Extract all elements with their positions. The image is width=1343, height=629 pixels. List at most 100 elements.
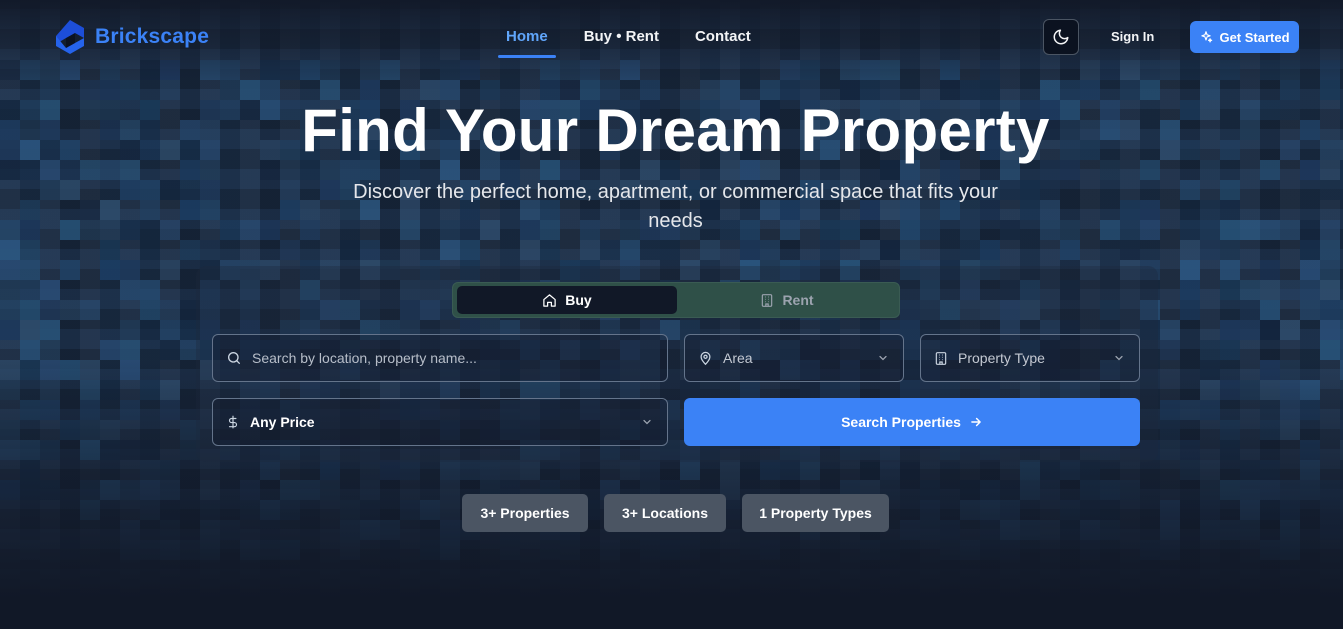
background-pixel: [160, 520, 180, 540]
tab-rent[interactable]: Rent: [677, 286, 897, 314]
background-pixel: [80, 360, 100, 380]
background-pixel: [80, 440, 100, 460]
dollar-icon: [226, 414, 240, 430]
background-pixel: [1080, 540, 1100, 560]
sign-in-button[interactable]: Sign In: [1111, 29, 1154, 44]
nav-link-home[interactable]: Home: [498, 28, 556, 58]
background-pixel: [1220, 240, 1240, 260]
theme-toggle-button[interactable]: [1043, 19, 1079, 55]
background-pixel: [1160, 340, 1180, 360]
background-pixel: [1200, 460, 1220, 480]
chevron-down-icon: [641, 416, 653, 428]
background-pixel: [1280, 420, 1300, 440]
background-pixel: [80, 400, 100, 420]
background-pixel: [0, 480, 20, 500]
tab-buy-label: Buy: [565, 292, 592, 308]
area-select[interactable]: Area: [684, 334, 904, 382]
property-type-select[interactable]: Property Type: [920, 334, 1140, 382]
nav-link-contact[interactable]: Contact: [687, 28, 759, 51]
background-pixel: [80, 480, 100, 500]
background-pixel: [1300, 260, 1320, 280]
background-pixel: [20, 440, 40, 460]
brand-logo[interactable]: Brickscape: [53, 18, 209, 56]
background-pixel: [140, 320, 160, 340]
background-pixel: [1160, 520, 1180, 540]
background-pixel: [120, 540, 140, 560]
background-pixel: [180, 540, 200, 560]
get-started-button[interactable]: Get Started: [1190, 21, 1299, 53]
background-pixel: [560, 540, 580, 560]
background-pixel: [740, 540, 760, 560]
background-pixel: [400, 460, 420, 480]
background-pixel: [60, 360, 80, 380]
background-pixel: [1220, 380, 1240, 400]
background-pixel: [260, 500, 280, 520]
background-pixel: [560, 460, 580, 480]
background-pixel: [460, 240, 480, 260]
background-pixel: [1320, 280, 1340, 300]
background-pixel: [1300, 440, 1320, 460]
background-pixel: [440, 540, 460, 560]
background-pixel: [1260, 400, 1280, 420]
background-pixel: [1020, 480, 1040, 500]
background-pixel: [0, 360, 20, 380]
area-select-label: Area: [723, 350, 753, 366]
background-pixel: [920, 480, 940, 500]
background-pixel: [1220, 200, 1240, 220]
background-pixel: [1240, 300, 1260, 320]
background-pixel: [180, 200, 200, 220]
background-pixel: [900, 520, 920, 540]
background-pixel: [60, 300, 80, 320]
search-input-field[interactable]: [212, 334, 668, 382]
background-pixel: [120, 320, 140, 340]
background-pixel: [1280, 540, 1300, 560]
background-pixel: [20, 540, 40, 560]
background-pixel: [100, 260, 120, 280]
background-pixel: [1060, 460, 1080, 480]
background-pixel: [1160, 420, 1180, 440]
background-pixel: [60, 180, 80, 200]
background-pixel: [240, 480, 260, 500]
nav-link-buy-rent[interactable]: Buy • Rent: [576, 28, 667, 51]
background-pixel: [40, 280, 60, 300]
background-pixel: [1200, 200, 1220, 220]
background-pixel: [340, 240, 360, 260]
background-pixel: [0, 440, 20, 460]
background-pixel: [380, 540, 400, 560]
background-pixel: [1120, 480, 1140, 500]
background-pixel: [80, 220, 100, 240]
background-pixel: [880, 240, 900, 260]
background-pixel: [880, 460, 900, 480]
background-pixel: [160, 540, 180, 560]
price-select-label: Any Price: [250, 414, 315, 430]
background-pixel: [1320, 520, 1340, 540]
background-pixel: [1080, 500, 1100, 520]
background-pixel: [40, 320, 60, 340]
background-pixel: [140, 180, 160, 200]
search-properties-button[interactable]: Search Properties: [684, 398, 1140, 446]
search-input[interactable]: [252, 350, 642, 366]
background-pixel: [940, 520, 960, 540]
background-pixel: [140, 460, 160, 480]
tab-buy[interactable]: Buy: [457, 286, 677, 314]
background-pixel: [1200, 240, 1220, 260]
background-pixel: [160, 300, 180, 320]
background-pixel: [0, 220, 20, 240]
background-pixel: [1100, 520, 1120, 540]
background-pixel: [80, 200, 100, 220]
background-pixel: [0, 300, 20, 320]
background-pixel: [140, 240, 160, 260]
background-pixel: [1320, 320, 1340, 340]
background-pixel: [1200, 380, 1220, 400]
background-pixel: [660, 540, 680, 560]
background-pixel: [1060, 220, 1080, 240]
background-pixel: [960, 500, 980, 520]
background-pixel: [1100, 220, 1120, 240]
price-select[interactable]: Any Price: [212, 398, 668, 446]
background-pixel: [120, 220, 140, 240]
background-pixel: [200, 180, 220, 200]
get-started-label: Get Started: [1219, 29, 1290, 45]
background-pixel: [40, 340, 60, 360]
background-pixel: [520, 240, 540, 260]
background-pixel: [100, 420, 120, 440]
